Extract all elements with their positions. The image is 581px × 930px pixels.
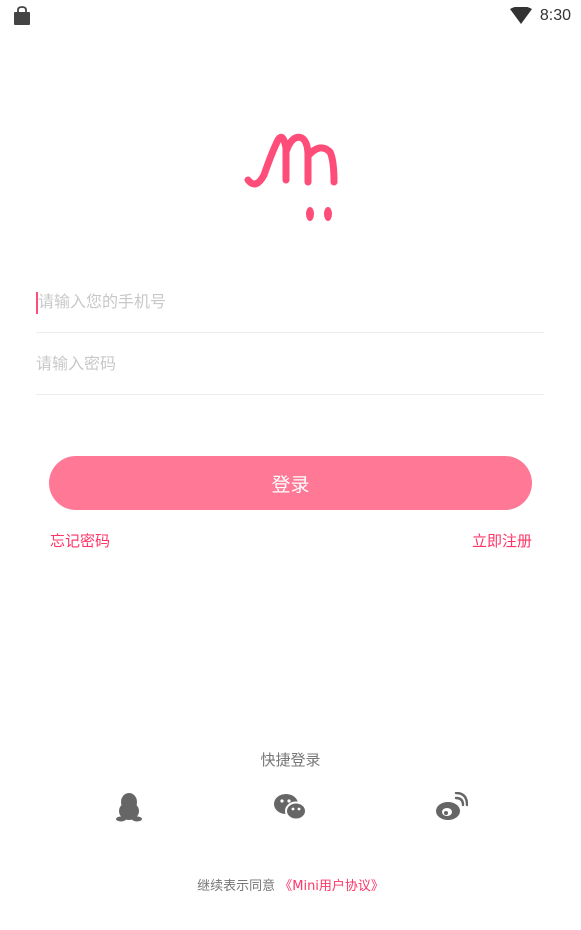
phone-input[interactable] (36, 292, 544, 311)
user-agreement-link[interactable]: 《Mini用户协议》 (279, 879, 384, 894)
agreement-prefix: 继续表示同意 (197, 879, 276, 894)
shopping-bag-icon (14, 6, 30, 25)
agreement-text: 继续表示同意 《Mini用户协议》 (0, 875, 581, 894)
password-input[interactable] (36, 354, 544, 373)
qq-login-button[interactable] (112, 790, 146, 824)
login-button[interactable]: 登录 (49, 456, 532, 510)
mini-logo-icon (244, 133, 338, 221)
wifi-icon (509, 7, 532, 24)
text-caret (36, 292, 38, 314)
status-time: 8:30 (539, 7, 571, 24)
password-field-container (36, 333, 544, 395)
status-right: 8:30 (509, 4, 571, 28)
wechat-login-button[interactable] (273, 790, 307, 824)
weibo-icon (436, 792, 468, 820)
forgot-password-link[interactable]: 忘记密码 (50, 530, 110, 551)
phone-field-container (36, 271, 544, 333)
status-bar: 8:30 (0, 0, 581, 34)
wechat-icon (274, 794, 307, 821)
weibo-login-button[interactable] (434, 790, 468, 824)
register-link[interactable]: 立即注册 (472, 530, 532, 551)
quick-login-title: 快捷登录 (260, 751, 321, 769)
qq-icon (116, 793, 142, 822)
